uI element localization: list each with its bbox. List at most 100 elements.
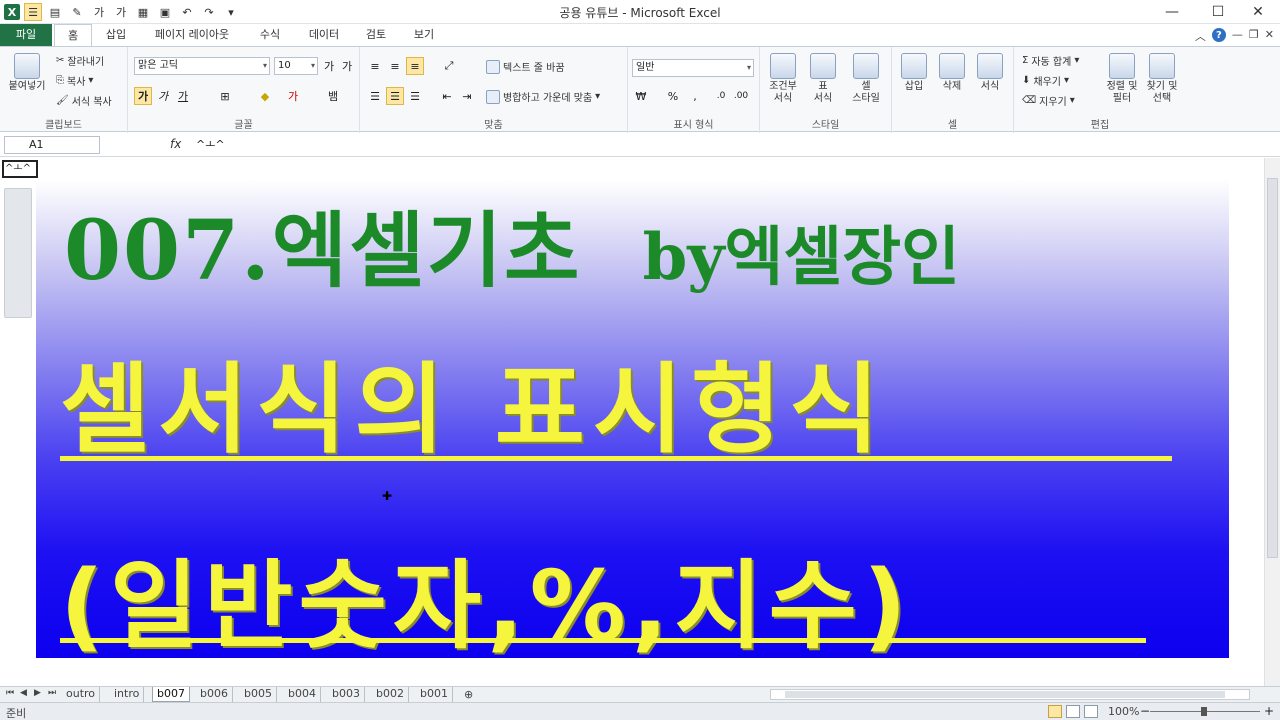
sheet-tab-intro[interactable]: intro xyxy=(110,687,145,702)
tab-review[interactable]: 검토 xyxy=(356,24,396,46)
format-as-table-button[interactable]: 표 서식 xyxy=(804,53,842,105)
scroll-thumb[interactable] xyxy=(785,691,1225,698)
tab-home[interactable]: 홈 xyxy=(54,24,92,47)
tab-insert[interactable]: 삽입 xyxy=(96,24,136,46)
merge-center-button[interactable]: 병합하고 가운데 맞춤 ▾ xyxy=(486,89,600,104)
clear-button[interactable]: ⌫ 지우기 ▾ xyxy=(1022,93,1075,108)
zoom-in-icon[interactable]: + xyxy=(1264,704,1274,718)
borders-icon[interactable]: ⊞ xyxy=(216,87,234,105)
font-shrink-icon[interactable]: 가 xyxy=(112,3,130,21)
sheet-tab-outro[interactable]: outro xyxy=(62,687,101,702)
close-button[interactable]: ✕ xyxy=(1236,0,1280,24)
sheet-tab-b004[interactable]: b004 xyxy=(284,687,321,702)
italic-button[interactable]: 가 xyxy=(154,87,172,105)
horizontal-scrollbar[interactable] xyxy=(770,689,1250,700)
first-sheet-icon[interactable]: ⏮ xyxy=(6,688,14,698)
table-icon[interactable]: ▦ xyxy=(134,3,152,21)
scroll-thumb[interactable] xyxy=(1267,178,1278,558)
format-painter-button[interactable]: 🖌 서식 복사 xyxy=(56,93,112,108)
insert-function-icon[interactable]: fx xyxy=(170,137,181,151)
sheet-tab-b003[interactable]: b003 xyxy=(328,687,365,702)
bold-button[interactable]: 가 xyxy=(134,87,152,105)
increase-decimal-icon[interactable]: .0 xyxy=(712,87,730,105)
sheet-tab-b001[interactable]: b001 xyxy=(416,687,453,702)
workbook-close-icon[interactable]: ✕ xyxy=(1265,28,1274,44)
zoom-level[interactable]: 100% xyxy=(1108,705,1139,718)
insert-cells-button[interactable]: 삽입 xyxy=(896,53,932,93)
shrink-font-button[interactable]: 가 xyxy=(338,57,356,75)
next-sheet-icon[interactable]: ▶ xyxy=(34,688,41,698)
percent-button[interactable]: % xyxy=(664,87,682,105)
formula-input[interactable]: ^ㅗ^ xyxy=(190,136,1260,154)
currency-icon[interactable]: ₩ xyxy=(632,87,650,105)
tab-view[interactable]: 보기 xyxy=(404,24,444,46)
title-banner-image[interactable]: 007.엑셀기초 by엑셀장인 셀서식의 표시형식 (일반숫자,%,지수) xyxy=(36,180,1229,658)
tab-page-layout[interactable]: 페이지 레이아웃 xyxy=(142,24,242,46)
sheet-tab-b007[interactable]: b007 xyxy=(152,687,190,702)
page-break-view-icon[interactable] xyxy=(1084,705,1098,718)
grow-font-button[interactable]: 가 xyxy=(320,57,338,75)
worksheet-grid[interactable]: ^ㅗ^ 007.엑셀기초 by엑셀장인 셀서식의 표시형식 (일반숫자,%,지수… xyxy=(0,158,1264,686)
page-layout-view-icon[interactable] xyxy=(1066,705,1080,718)
print-preview-icon[interactable]: ▤ xyxy=(46,3,64,21)
font-size-combo[interactable]: 10 ▾ xyxy=(274,57,318,75)
number-format-combo[interactable]: 일반 ▾ xyxy=(632,59,754,77)
zoom-slider-thumb[interactable] xyxy=(1201,707,1207,716)
copy-button[interactable]: ⎘ 복사 ▾ xyxy=(56,73,93,88)
cell-styles-button[interactable]: 셀 스타일 xyxy=(844,53,888,105)
underline-button[interactable]: 가 xyxy=(174,87,192,105)
redo-icon[interactable]: ↷ xyxy=(200,3,218,21)
tab-formulas[interactable]: 수식 xyxy=(248,24,292,46)
qat-customize-icon[interactable]: ▾ xyxy=(222,3,240,21)
sheet-tab-b006[interactable]: b006 xyxy=(196,687,233,702)
sort-filter-button[interactable]: 정렬 및 필터 xyxy=(1104,53,1140,105)
normal-view-icon[interactable] xyxy=(1048,705,1062,718)
comma-button[interactable]: , xyxy=(686,87,704,105)
align-icon[interactable]: ☰ xyxy=(24,3,42,21)
tab-file[interactable]: 파일 xyxy=(0,24,52,46)
find-select-button[interactable]: 찾기 및 선택 xyxy=(1142,53,1182,105)
prev-sheet-icon[interactable]: ◀ xyxy=(20,688,27,698)
format-cells-button[interactable]: 서식 xyxy=(972,53,1008,93)
autosum-button[interactable]: Σ 자동 합계 ▾ xyxy=(1022,53,1079,68)
paste-button[interactable]: 붙여넣기 xyxy=(4,53,50,93)
sheet-tab-b002[interactable]: b002 xyxy=(372,687,409,702)
wrap-text-button[interactable]: 텍스트 줄 바꿈 xyxy=(486,59,565,74)
sheet-tab-b005[interactable]: b005 xyxy=(240,687,277,702)
drawing-handle[interactable] xyxy=(4,188,32,318)
maximize-button[interactable]: ☐ xyxy=(1196,0,1240,24)
fill-button[interactable]: ⬇ 채우기 ▾ xyxy=(1022,73,1069,88)
align-right-icon[interactable]: ☰ xyxy=(406,87,424,105)
excel-logo-icon[interactable]: X xyxy=(4,4,20,20)
font-color-icon[interactable]: 가 xyxy=(284,87,302,105)
align-left-icon[interactable]: ☰ xyxy=(366,87,384,105)
conditional-format-button[interactable]: 조건부 서식 xyxy=(764,53,802,105)
font-name-combo[interactable]: 맑은 고딕 ▾ xyxy=(134,57,270,75)
minimize-button[interactable]: — xyxy=(1150,0,1194,24)
fill-color-icon[interactable]: ◆ xyxy=(256,87,274,105)
save-icon[interactable]: ▣ xyxy=(156,3,174,21)
align-bottom-icon[interactable]: ≡ xyxy=(406,57,424,75)
ribbon-collapse-icon[interactable]: ︿ xyxy=(1195,28,1206,44)
phonetic-icon[interactable]: 뱀 xyxy=(324,87,342,105)
decrease-indent-icon[interactable]: ⇤ xyxy=(438,87,456,105)
last-sheet-icon[interactable]: ⏭ xyxy=(48,688,56,698)
cut-button[interactable]: ✂ 잘라내기 xyxy=(56,53,104,68)
help-icon[interactable]: ? xyxy=(1211,28,1226,42)
workbook-restore-icon[interactable]: ❐ xyxy=(1249,28,1259,44)
workbook-minimize-icon[interactable]: — xyxy=(1232,28,1243,44)
delete-cells-button[interactable]: 삭제 xyxy=(934,53,970,93)
vertical-scrollbar[interactable] xyxy=(1264,158,1280,686)
insert-sheet-icon[interactable]: ⊕ xyxy=(464,688,473,701)
font-grow-icon[interactable]: 가 xyxy=(90,3,108,21)
tab-data[interactable]: 데이터 xyxy=(296,24,352,46)
align-center-icon[interactable]: ☰ xyxy=(386,87,404,105)
undo-icon[interactable]: ↶ xyxy=(178,3,196,21)
zoom-out-icon[interactable]: − xyxy=(1140,704,1150,718)
orientation-icon[interactable]: ⤢ xyxy=(440,57,458,75)
cell-a1[interactable]: ^ㅗ^ xyxy=(2,160,38,178)
format-painter-icon[interactable]: ✎ xyxy=(68,3,86,21)
increase-indent-icon[interactable]: ⇥ xyxy=(458,87,476,105)
align-middle-icon[interactable]: ≡ xyxy=(386,57,404,75)
name-box[interactable]: A1 xyxy=(4,136,100,154)
